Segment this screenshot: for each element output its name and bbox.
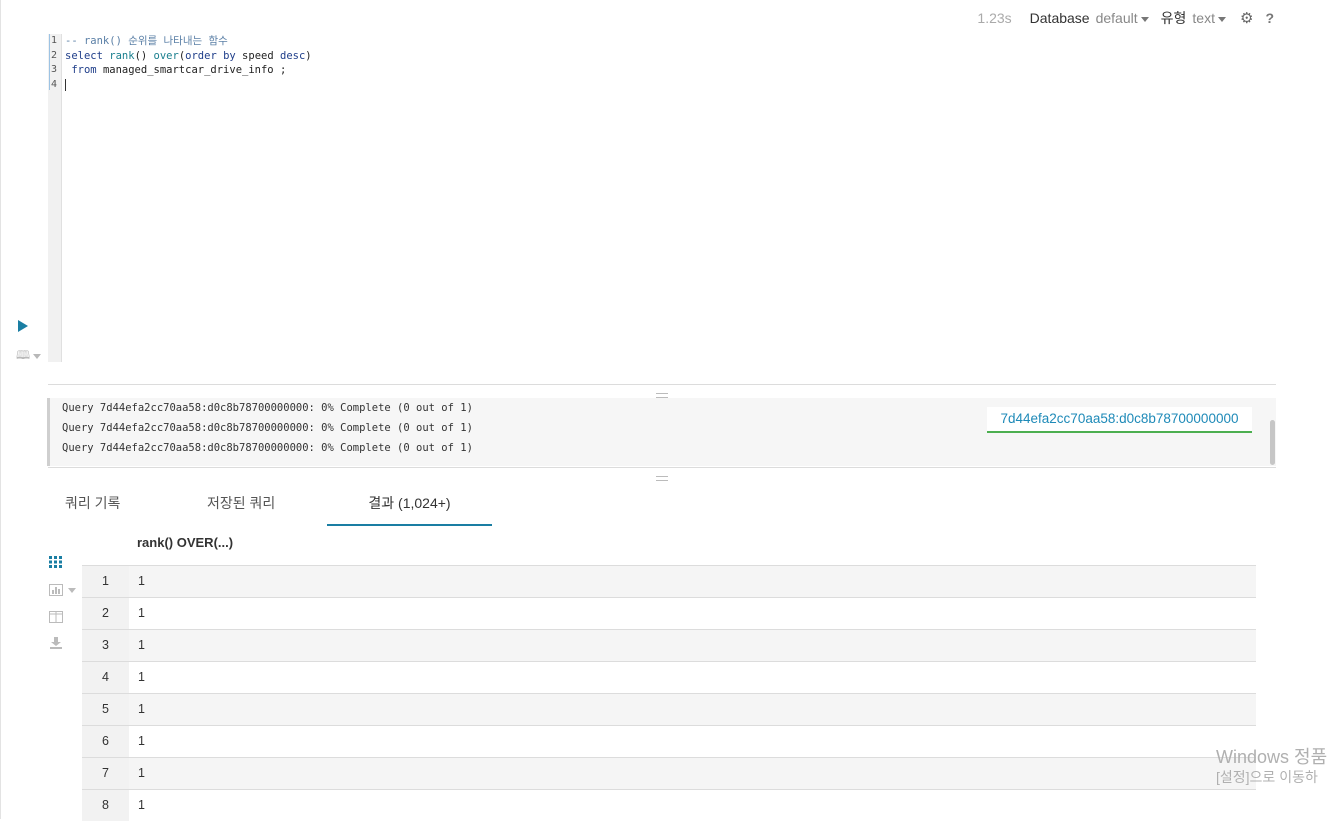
editor-gutter: 1234 (48, 34, 62, 362)
text-cursor (65, 78, 66, 91)
type-select[interactable]: text (1192, 10, 1238, 26)
log-scrollbar[interactable] (1270, 420, 1275, 465)
execution-time: 1.23s (977, 10, 1012, 26)
table-row[interactable]: 51 (82, 693, 1256, 725)
row-number: 2 (82, 598, 129, 629)
database-label: Database (1029, 10, 1090, 26)
table-cell[interactable]: 1 (129, 694, 1256, 725)
column-header[interactable]: rank() OVER(...) (137, 535, 233, 550)
row-number: 8 (82, 790, 129, 821)
download-icon[interactable] (49, 637, 63, 652)
code-token: rank (109, 49, 135, 62)
code-token: from (65, 64, 103, 76)
log-line: Query 7d44efa2cc70aa58:d0c8b78700000000:… (62, 402, 473, 414)
table-cell[interactable]: 1 (129, 566, 1256, 597)
bar-chart-icon[interactable] (49, 584, 77, 599)
table-row[interactable]: 21 (82, 597, 1256, 629)
row-number: 4 (82, 662, 129, 693)
sql-editor[interactable]: -- rank() 순위를 나타내는 함수 select rank() over(… (65, 34, 312, 92)
database-select[interactable]: default (1096, 10, 1161, 26)
code-token: -- rank() 순위를 나타내는 함수 (65, 35, 228, 47)
table-cell[interactable]: 1 (129, 726, 1256, 757)
table-cell[interactable]: 1 (129, 662, 1256, 693)
code-token: order by (185, 49, 236, 62)
code-token: select (65, 49, 110, 62)
chevron-down-icon (33, 354, 42, 359)
table-row[interactable]: 71 (82, 757, 1256, 789)
code-token: () (134, 49, 154, 62)
chevron-down-icon (1217, 16, 1226, 22)
log-line: Query 7d44efa2cc70aa58:d0c8b78700000000:… (62, 442, 473, 454)
database-value: default (1095, 10, 1138, 26)
code-token: over (153, 49, 179, 62)
resize-handle[interactable] (656, 476, 668, 481)
table-cell[interactable]: 1 (129, 790, 1256, 821)
row-number: 3 (82, 630, 129, 661)
windows-watermark-subtitle: [설정]으로 이동하 (1216, 769, 1318, 785)
chevron-down-icon (1140, 16, 1149, 22)
table-cell[interactable]: 1 (129, 598, 1256, 629)
code-line: -- rank() 순위를 나타내는 함수 (65, 34, 312, 49)
code-token: desc (280, 49, 306, 62)
gear-icon[interactable]: ⚙ (1240, 9, 1253, 27)
row-number: 6 (82, 726, 129, 757)
code-line: select rank() over(order by speed desc) (65, 49, 312, 64)
code-line: from managed_smartcar_drive_info ; (65, 63, 312, 78)
map-menu-button[interactable]: 🕮 (16, 346, 42, 367)
results-table: 1121314151617181 (82, 565, 1256, 821)
code-token: speed (235, 49, 280, 62)
table-cell[interactable]: 1 (129, 758, 1256, 789)
columns-icon[interactable] (49, 611, 63, 626)
left-border (0, 0, 1, 819)
table-row[interactable]: 81 (82, 789, 1256, 821)
run-button[interactable] (18, 320, 28, 332)
code-line (65, 78, 312, 93)
type-value: text (1192, 10, 1215, 26)
table-cell[interactable]: 1 (129, 630, 1256, 661)
map-icon: 🕮 (16, 348, 31, 362)
gutter-marker (49, 34, 50, 90)
row-number: 7 (82, 758, 129, 789)
grid-icon[interactable] (49, 556, 63, 571)
tab-results[interactable]: 결과 (1,024+) (327, 490, 492, 526)
table-row[interactable]: 31 (82, 629, 1256, 661)
table-row[interactable]: 11 (82, 565, 1256, 597)
code-token: ) (305, 49, 312, 62)
row-number: 5 (82, 694, 129, 725)
row-number: 1 (82, 566, 129, 597)
code-token: managed_smartcar_drive_info ; (102, 64, 287, 76)
editor-toolbar: 1.23s Database default 유형 text ⚙ ? (977, 8, 1274, 28)
windows-watermark-title: Windows 정품 (1216, 747, 1328, 767)
tab-query-history[interactable]: 쿼리 기록 (65, 490, 120, 524)
divider (48, 384, 1276, 385)
help-icon[interactable]: ? (1265, 10, 1274, 26)
log-line: Query 7d44efa2cc70aa58:d0c8b78700000000:… (62, 422, 473, 434)
tab-saved-queries[interactable]: 저장된 쿼리 (207, 490, 275, 524)
type-label: 유형 (1160, 10, 1187, 26)
table-row[interactable]: 41 (82, 661, 1256, 693)
divider (48, 467, 1276, 468)
query-id-link[interactable]: 7d44efa2cc70aa58:d0c8b78700000000 (987, 407, 1252, 433)
table-row[interactable]: 61 (82, 725, 1256, 757)
query-log: 7d44efa2cc70aa58:d0c8b78700000000 Query … (47, 398, 1276, 466)
